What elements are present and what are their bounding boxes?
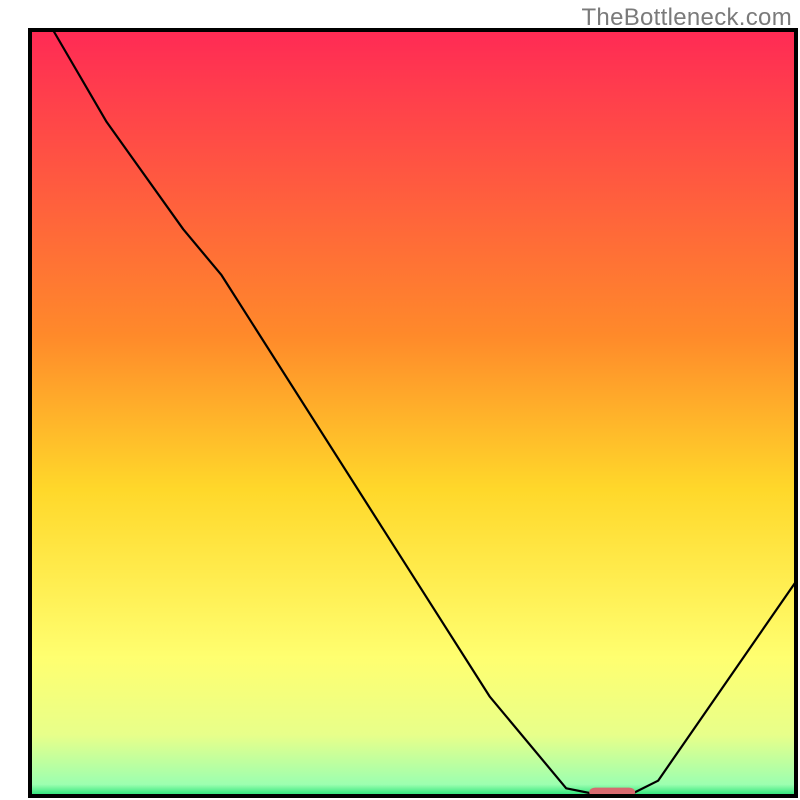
watermark-text: TheBottleneck.com (581, 4, 792, 32)
bottleneck-chart (0, 0, 800, 800)
plot-area (30, 30, 796, 797)
chart-container: TheBottleneck.com (0, 0, 800, 800)
gradient-background (30, 30, 796, 796)
